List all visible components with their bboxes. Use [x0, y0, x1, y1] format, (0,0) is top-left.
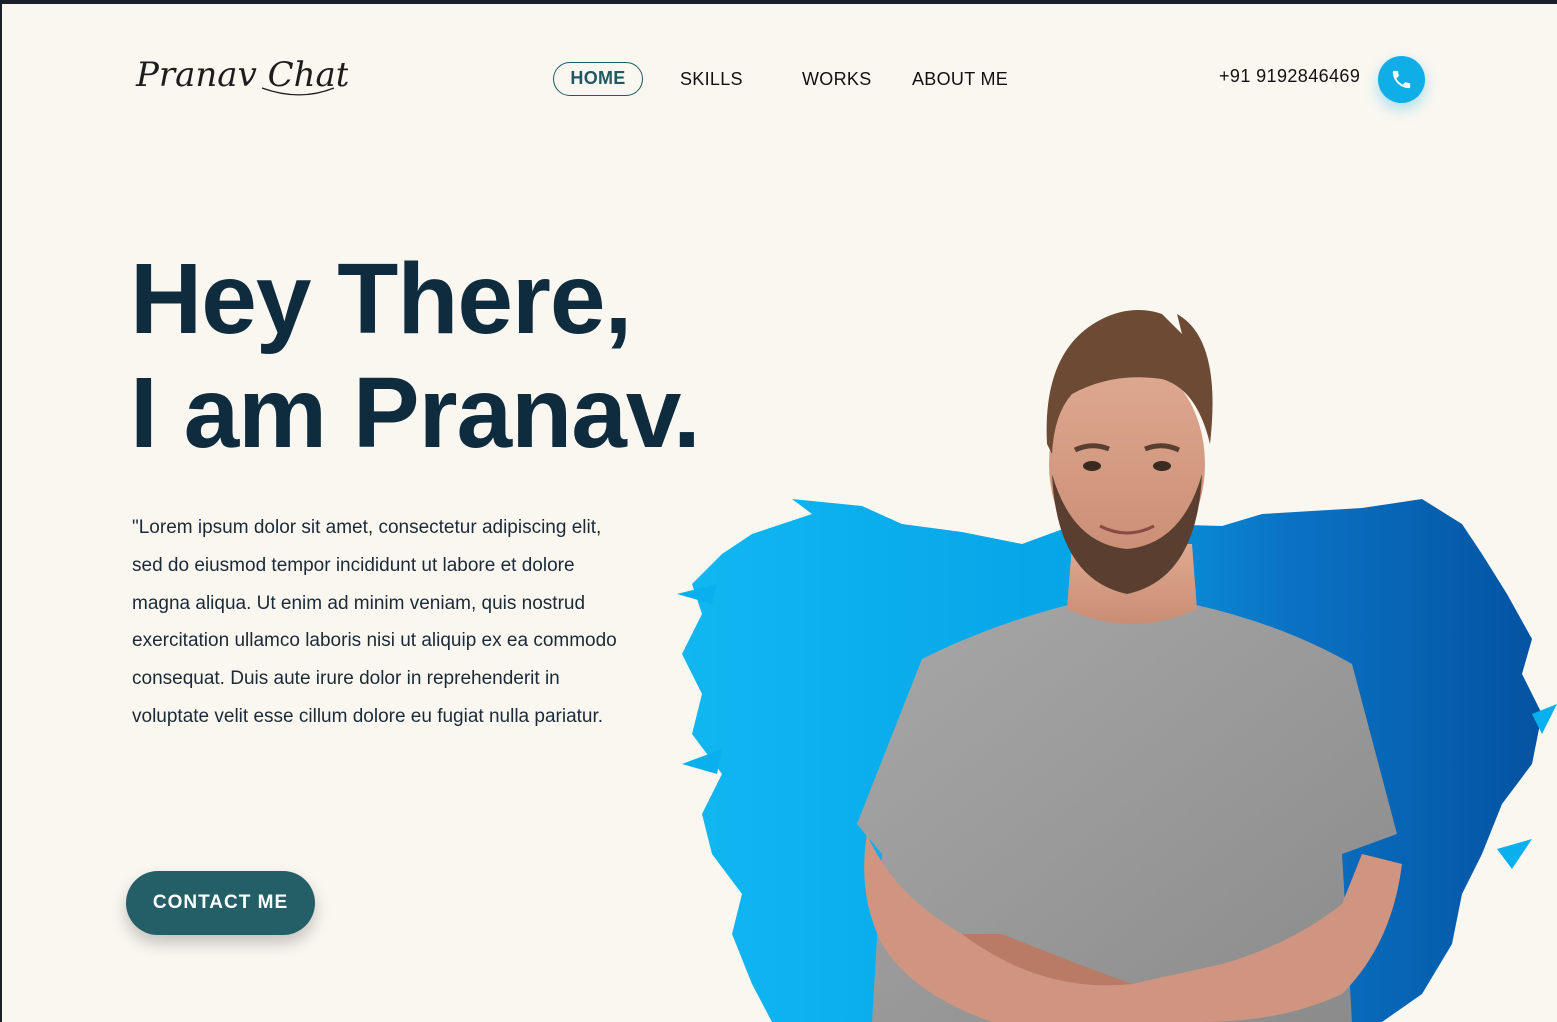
hero-description: "Lorem ipsum dolor sit amet, consectetur…: [132, 517, 617, 727]
contact-me-button[interactable]: CONTACT ME: [126, 871, 315, 935]
nav-home[interactable]: HOME: [553, 62, 643, 96]
nav-skills[interactable]: SKILLS: [680, 62, 743, 96]
hero-title: Hey There, I am Pranav.: [130, 242, 701, 470]
portrait-illustration: [677, 310, 1557, 1022]
call-button[interactable]: [1378, 56, 1425, 103]
hero-title-line-2: I am Pranav.: [130, 357, 701, 469]
hero-portrait: [662, 294, 1557, 1022]
landing-page: Pranav Chaturvedi HOME SKILLS WORKS ABOU…: [2, 4, 1557, 1022]
nav-works[interactable]: WORKS: [802, 62, 872, 96]
phone-number[interactable]: +91 9192846469: [1219, 66, 1360, 87]
phone-icon: [1392, 70, 1411, 89]
hero-title-line-1: Hey There,: [130, 243, 632, 355]
nav-about-me[interactable]: ABOUT ME: [912, 62, 1008, 96]
